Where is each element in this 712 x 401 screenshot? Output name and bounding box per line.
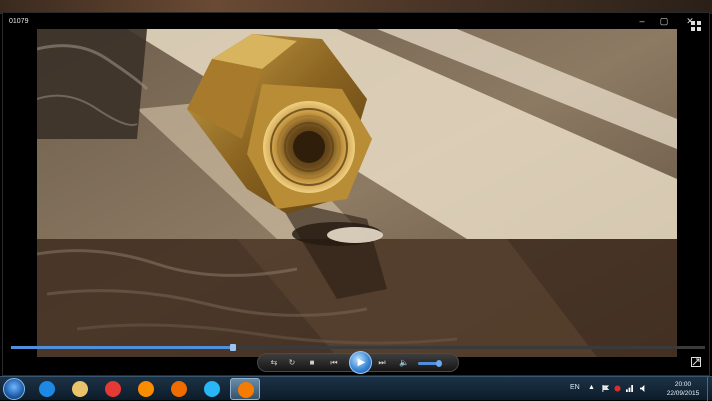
taskbar-item-windows-media-player[interactable] [230, 378, 260, 400]
previous-icon[interactable]: ⏮ [328, 357, 340, 369]
repeat-icon[interactable]: ↻ [286, 357, 298, 369]
clock[interactable]: 20:00 22/09/2015 [660, 380, 706, 398]
taskbar-item-internet-explorer[interactable] [32, 378, 62, 400]
action-center-flag-icon[interactable] [602, 385, 609, 392]
play-button[interactable]: ▶ [349, 351, 372, 374]
volume-tray-icon[interactable] [640, 385, 647, 392]
video-frame[interactable] [37, 29, 677, 357]
shuffle-icon[interactable]: ⇆ [268, 357, 280, 369]
firefox-icon [138, 381, 154, 397]
clock-date: 22/09/2015 [666, 390, 700, 397]
taskbar: EN ▲ 20:00 22/09/2015 [0, 376, 712, 401]
volume-icon[interactable]: 🔈 [398, 357, 410, 369]
taskbar-item-chrome[interactable] [98, 378, 128, 400]
start-button[interactable] [3, 378, 25, 400]
seek-bar-progress [11, 346, 234, 349]
clock-time: 20:00 [674, 381, 692, 388]
language-indicator[interactable]: EN [570, 384, 580, 391]
media-app-icon [171, 381, 187, 397]
media-player-window[interactable]: 01079 – ▢ ✕ ⇆ ↻ ■ ⏮ ▶ ⏭ 🔈 [2, 12, 710, 376]
taskbar-item-firefox[interactable] [131, 378, 161, 400]
internet-explorer-icon [39, 381, 55, 397]
minimize-button[interactable]: – [631, 15, 653, 27]
show-desktop-button[interactable] [707, 377, 712, 401]
window-title: 01079 [9, 18, 29, 25]
seek-bar[interactable] [11, 344, 705, 351]
chrome-icon [105, 381, 121, 397]
playback-controls: ⇆ ↻ ■ ⏮ ▶ ⏭ 🔈 [257, 351, 459, 374]
file-explorer-icon [72, 381, 88, 397]
maximize-button[interactable]: ▢ [653, 15, 675, 27]
fullscreen-icon[interactable] [691, 357, 701, 367]
volume-slider[interactable] [418, 360, 448, 367]
seek-thumb[interactable] [230, 344, 237, 351]
stop-icon[interactable]: ■ [306, 357, 318, 369]
skype-icon [204, 381, 220, 397]
video-image [37, 29, 677, 357]
windows-media-player-icon [238, 382, 254, 398]
taskbar-item-media-app[interactable] [164, 378, 194, 400]
taskbar-item-file-explorer[interactable] [65, 378, 95, 400]
next-icon[interactable]: ⏭ [376, 357, 388, 369]
switch-to-library-icon[interactable] [691, 21, 701, 31]
network-icon[interactable] [626, 385, 633, 392]
warning-icon[interactable] [614, 385, 621, 392]
volume-thumb[interactable] [436, 360, 442, 367]
tray-expand-icon[interactable]: ▲ [588, 384, 595, 391]
taskbar-item-skype[interactable] [197, 378, 227, 400]
